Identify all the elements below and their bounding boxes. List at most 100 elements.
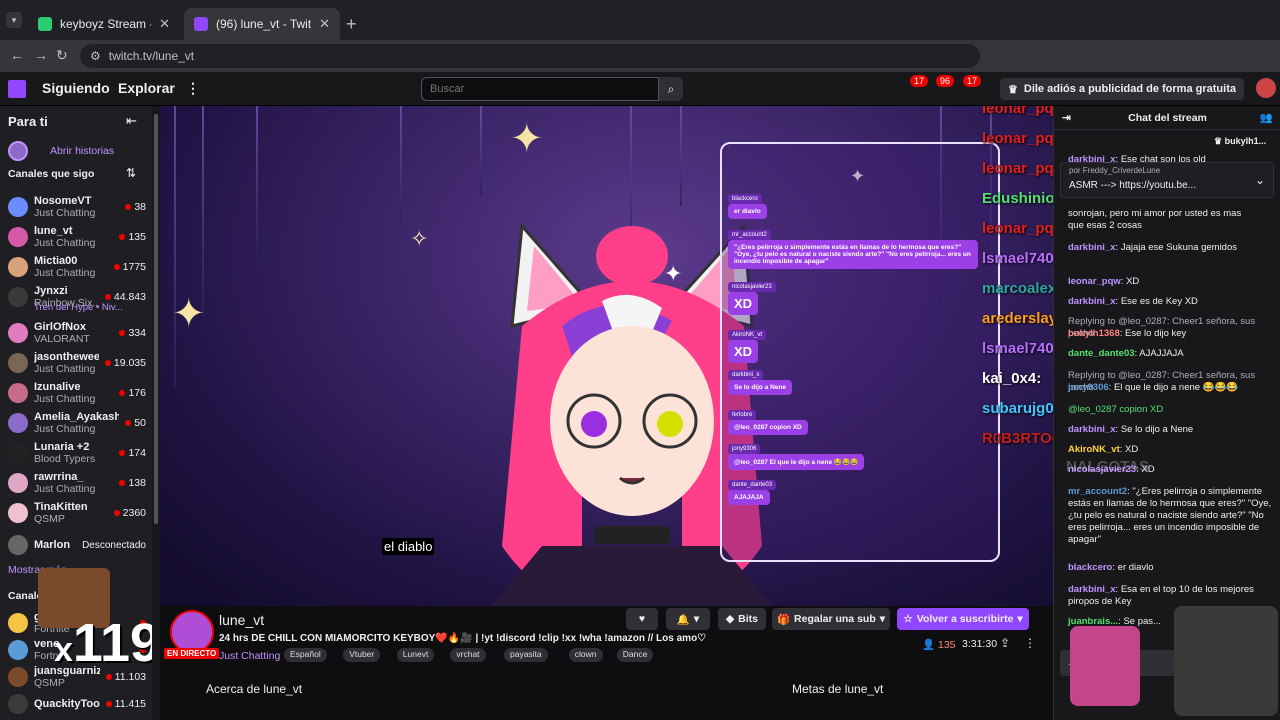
video-player[interactable]: ✦ ✦ ✧ ✦ ✦ blackcero er diavlo mr_account2 "…: [160, 106, 1053, 606]
chat-message[interactable]: que esas 2 cosas: [1068, 220, 1273, 232]
nav-browse[interactable]: Explorar: [118, 80, 175, 96]
pinned-by-label: por: [1069, 166, 1081, 175]
sparkle-icon: ✦: [172, 292, 206, 336]
channel-avatar: [8, 323, 28, 343]
chat-message[interactable]: dante_dante03: AJAJJAJA: [1068, 348, 1273, 360]
chat-message[interactable]: blackcero: er diavlo: [1068, 562, 1273, 574]
channel-avatar: [8, 257, 28, 277]
offline-channel[interactable]: Marlon Desconectado: [8, 530, 146, 560]
chat-message[interactable]: leonar_pqw: XD: [1068, 276, 1273, 288]
collapse-chat-icon[interactable]: ⇥: [1062, 106, 1071, 130]
chat-message[interactable]: jony9306: El que le dijo a nene 😂😂😂: [1068, 382, 1273, 394]
collapse-sidebar-icon[interactable]: ⇤: [126, 113, 137, 129]
crown-icon: ♛: [1214, 136, 1223, 146]
chat-message[interactable]: AkiroNK_vt: XD: [1068, 444, 1273, 456]
chat-username[interactable]: dante_dante03: [1068, 348, 1135, 359]
sidebar-channel[interactable]: jasontheween Just Chatting 19.035: [8, 348, 146, 378]
pinned-by-user: Freddy_CriverdeLune: [1082, 166, 1161, 175]
viewer-count: 334: [119, 327, 146, 339]
overlay-message: "¿Eres pelirroja o simplemente estás en …: [728, 240, 978, 269]
pinned-message[interactable]: por Freddy_CriverdeLune ASMR ---> https:…: [1060, 162, 1274, 198]
users-icon[interactable]: 👥: [1260, 106, 1273, 130]
stream-tag[interactable]: Español: [284, 648, 327, 662]
sidebar-channel[interactable]: TinaKitten QSMP 2360: [8, 498, 146, 528]
stream-tag[interactable]: Lunevt: [396, 648, 435, 662]
notifications-button[interactable]: 🔔 ▾: [666, 608, 710, 630]
chat-username[interactable]: jony9306: [1068, 382, 1109, 393]
channel-name[interactable]: lune_vt: [219, 612, 264, 628]
share-icon[interactable]: ⇪: [1000, 636, 1010, 650]
chat-username[interactable]: darkbini_x: [1068, 424, 1116, 435]
chat-message[interactable]: darkbini_x: Ese es de Key XD: [1068, 296, 1273, 308]
more-menu-icon[interactable]: ⋮: [186, 80, 200, 97]
chat-username[interactable]: darkbini_x: [1068, 296, 1116, 307]
sidebar-channel[interactable]: Izunalive Just Chatting 176: [8, 378, 146, 408]
sidebar-channel[interactable]: Lunaria +2 Blood Typers 174: [8, 438, 146, 468]
vine-decor: [202, 106, 204, 316]
back-icon[interactable]: ←: [10, 47, 24, 63]
chat-username[interactable]: bukylh1368: [1068, 328, 1120, 339]
chat-message[interactable]: darkbini_x: Se lo dijo a Nene: [1068, 424, 1273, 436]
chat-message[interactable]: mr_account2: "¿Eres pelirroja o simpleme…: [1068, 486, 1273, 546]
chat-username[interactable]: darkbini_x: [1068, 154, 1116, 165]
forward-icon[interactable]: →: [34, 47, 48, 63]
stream-tag[interactable]: vrchat: [450, 648, 486, 662]
tab-search-icon[interactable]: ▾: [6, 12, 22, 28]
chevron-down-icon[interactable]: ⌄: [1255, 173, 1265, 187]
sidebar-channel[interactable]: NosomeVT Just Chatting 38: [8, 192, 146, 222]
chat-username[interactable]: darkbini_x: [1068, 242, 1116, 253]
resubscribe-button[interactable]: ☆ Volver a suscribirte ▾: [897, 608, 1029, 630]
chat-message[interactable]: darkbini_x: Jajaja ese Sukuna gemidos: [1068, 242, 1273, 254]
sidebar-channel[interactable]: rawrrina_ Just Chatting 138: [8, 468, 146, 498]
search-input[interactable]: [421, 77, 659, 101]
ad-free-button[interactable]: ♛ Dile adiós a publicidad de forma gratu…: [1000, 78, 1244, 100]
search-icon[interactable]: ⌕: [659, 77, 683, 101]
chat-username[interactable]: mr_account2: [1068, 486, 1127, 497]
channel-game: Just Chatting: [34, 207, 96, 219]
sort-icon[interactable]: ⇅: [126, 166, 136, 180]
sidebar-channel[interactable]: lune_vt Just Chatting 135: [8, 222, 146, 252]
reload-icon[interactable]: ↻: [56, 47, 68, 64]
sparkle-icon: ✧: [410, 226, 429, 251]
chat-message[interactable]: darkbini_x: Ese chat son los old: [1068, 154, 1273, 166]
gift-sub-button[interactable]: 🎁 Regalar una sub ▾: [772, 608, 890, 630]
stream-tag[interactable]: Dance: [616, 648, 654, 662]
bits-button[interactable]: ◆ Bits: [718, 608, 766, 630]
stories-row[interactable]: Abrir historias: [8, 136, 146, 166]
overlay-username: nicolasjavier23: [728, 282, 776, 292]
stream-tag[interactable]: Vtuber: [343, 648, 381, 662]
stream-tag[interactable]: payasita: [504, 648, 548, 662]
nav-following[interactable]: Siguiendo: [42, 80, 110, 96]
tab-keyboyz[interactable]: keyboyz Stream - Watch Li ✕: [28, 8, 180, 40]
twitch-logo-icon[interactable]: [8, 80, 26, 98]
open-stories-link[interactable]: Abrir historias: [50, 145, 114, 157]
close-tab-icon[interactable]: ✕: [319, 16, 330, 32]
new-tab-icon[interactable]: +: [346, 14, 357, 35]
stream-tag[interactable]: clown: [568, 648, 603, 662]
chat-username[interactable]: blackcero: [1068, 562, 1112, 573]
sidebar-scrollbar[interactable]: [152, 106, 160, 720]
follow-heart-button[interactable]: ♥: [626, 608, 658, 630]
tab-lune-vt[interactable]: (96) lune_vt - Twitch ✕: [184, 8, 340, 40]
channel-game: Just Chatting: [34, 423, 96, 435]
chat-username[interactable]: leonar_pqw: [1068, 276, 1121, 287]
site-info-icon[interactable]: ⚙: [90, 49, 101, 63]
chat-message[interactable]: @leo_0287 copion XD: [1068, 404, 1273, 416]
chat-message[interactable]: bukylh1368: Ese lo dijo key: [1068, 328, 1273, 340]
channel-game: Blood Typers: [34, 453, 96, 465]
chat-username[interactable]: AkiroNK_vt: [1068, 444, 1120, 455]
recommended-channel[interactable]: QuackityToo 11.415: [8, 689, 146, 719]
close-tab-icon[interactable]: ✕: [159, 16, 170, 32]
sidebar-channel[interactable]: Amelia_Ayakashi Just Chatting 50: [8, 408, 146, 438]
chat-message[interactable]: darkbini_x: Esa en el top 10 de los mejo…: [1068, 584, 1273, 608]
url-field[interactable]: ⚙ twitch.tv/lune_vt: [80, 44, 980, 68]
more-options-icon[interactable]: ⋮: [1024, 636, 1036, 650]
category-link[interactable]: Just Chatting: [219, 650, 280, 662]
chat-message[interactable]: sonrojan, pero mi amor por usted es mas: [1068, 208, 1273, 220]
channel-game: Just Chatting: [34, 237, 96, 249]
sidebar-channel[interactable]: Mictia00 Just Chatting 1775: [8, 252, 146, 282]
sidebar-channel[interactable]: GirlOfNox VALORANT 334: [8, 318, 146, 348]
chat-username[interactable]: darkbini_x: [1068, 584, 1116, 595]
channel-name: Izunalive: [34, 381, 81, 393]
user-avatar[interactable]: [1256, 78, 1276, 98]
